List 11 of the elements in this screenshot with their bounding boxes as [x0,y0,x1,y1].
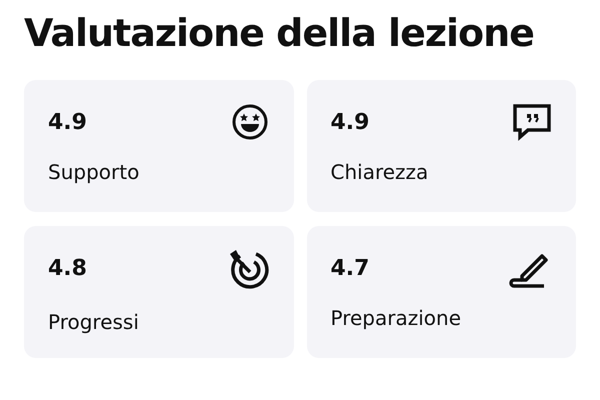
rating-value: 4.8 [48,256,87,281]
rating-label: Supporto [48,160,140,184]
star-eyes-smiley-icon [230,102,270,142]
page-title: Valutazione della lezione [24,10,535,57]
rating-label: Preparazione [330,306,462,330]
quote-bubble-icon [512,102,552,142]
rating-label: Progressi [48,310,140,334]
rating-label: Chiarezza [330,160,430,184]
rating-value: 4.9 [48,110,87,135]
rating-value: 4.9 [330,110,370,135]
rating-value: 4.7 [330,256,370,281]
